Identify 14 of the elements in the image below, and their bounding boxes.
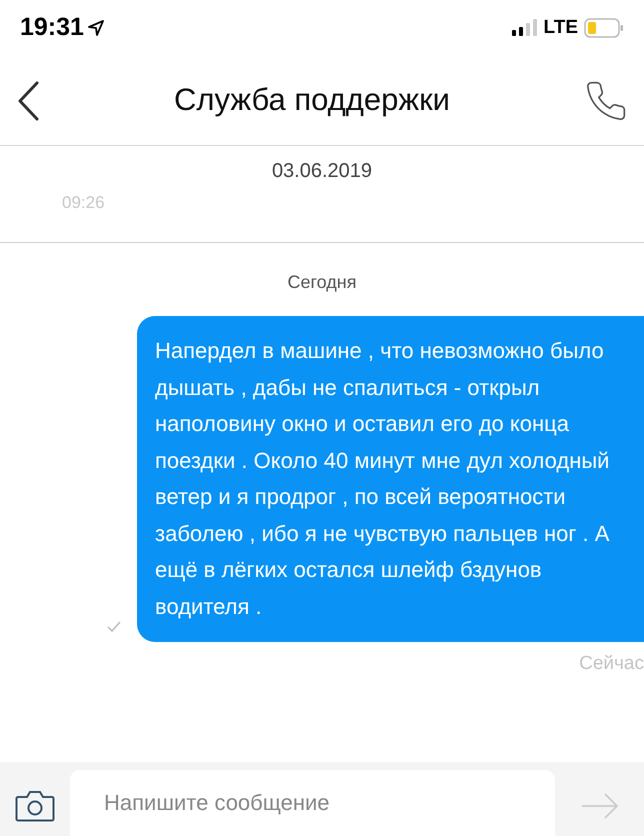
date-label: 03.06.2019 bbox=[272, 159, 372, 184]
battery-icon bbox=[584, 18, 624, 38]
chevron-left-icon bbox=[17, 80, 39, 120]
camera-icon bbox=[15, 790, 55, 822]
message-input[interactable]: Напишите сообщение bbox=[70, 770, 555, 836]
status-time: 19:31 bbox=[20, 12, 84, 44]
message-time: Сейчас bbox=[579, 652, 644, 676]
chat-title: Служба поддержки bbox=[174, 81, 450, 120]
arrow-right-icon bbox=[580, 793, 618, 819]
message-bubble: Напердел в машине , что невозможно было дышать , дабы не спалиться - открыл наполовину окно и оставил его до конца поездки . Около 40 минут мне дул холодный ветер и я продрог , по всей вероятности заболею , ибо я не чувствую пальцев ног . А ещё в лёгких остался шлейф бздунов водителя . bbox=[137, 316, 644, 642]
day-label: Сегодня bbox=[288, 271, 356, 294]
signal-icon bbox=[512, 19, 538, 37]
network-label: LTE bbox=[544, 16, 578, 40]
location-arrow-icon bbox=[88, 20, 104, 36]
